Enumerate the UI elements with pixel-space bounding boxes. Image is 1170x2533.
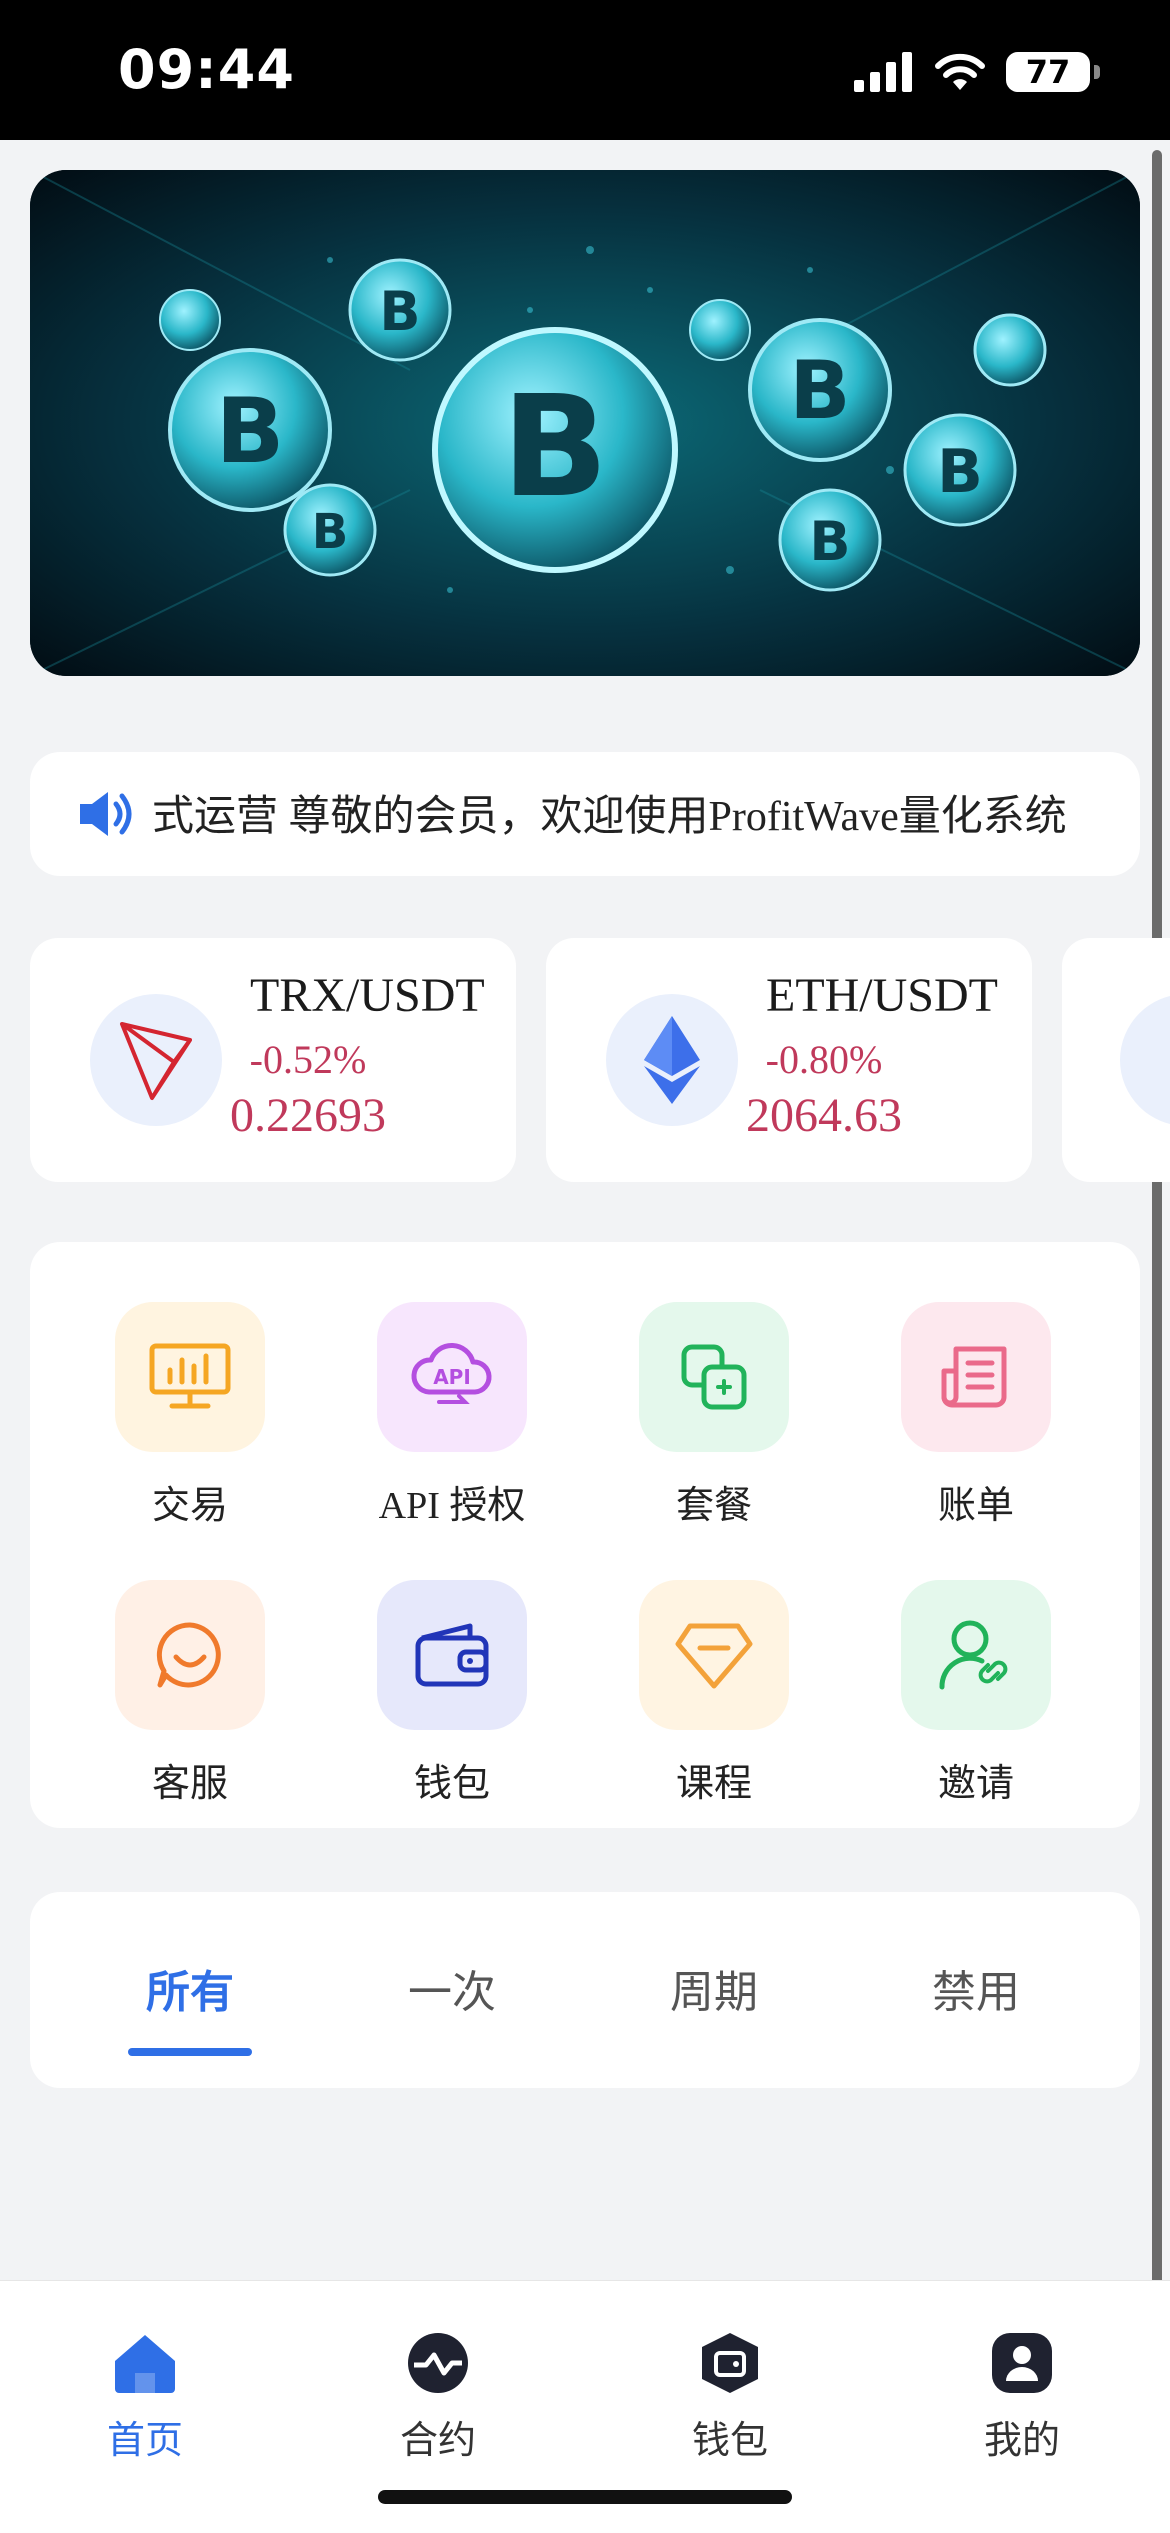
battery-icon: 77 (1006, 52, 1100, 92)
api-cloud-icon: API (377, 1302, 527, 1452)
wallet-icon (377, 1580, 527, 1730)
promo-banner[interactable]: B B B B B B B (30, 170, 1140, 676)
market-card-eth[interactable]: ETH/USDT -0.80% 2064.63 (546, 938, 1032, 1182)
contract-icon (406, 2331, 470, 2395)
grid-item-api[interactable]: API API 授权 (352, 1302, 552, 1529)
announcement-text: 式运营 尊敬的会员，欢迎使用ProfitWave量化系统 (152, 794, 1067, 840)
svg-text:API: API (433, 1365, 471, 1389)
invite-user-icon (901, 1580, 1051, 1730)
tab-cycle[interactable]: 周期 (624, 1956, 804, 2020)
grid-item-label: API 授权 (378, 1485, 526, 1527)
grid-item-support[interactable]: 客服 (90, 1580, 290, 1807)
bitcoin-banner-image: B B B B B B B (30, 170, 1140, 676)
wallet-nav-icon (698, 2331, 762, 2395)
feature-grid: 交易 API API 授权 套餐 账单 客服 钱包 课程 邀请 (30, 1242, 1140, 1828)
package-icon (639, 1302, 789, 1452)
scrollbar[interactable] (1152, 150, 1162, 2300)
status-time: 09:44 (118, 38, 295, 101)
tab-indicator (128, 2048, 252, 2056)
svg-text:B: B (379, 280, 420, 343)
grid-item-trade[interactable]: 交易 (90, 1302, 290, 1529)
grid-item-label: 钱包 (413, 1761, 490, 1805)
nav-wallet[interactable]: 钱包 (640, 2331, 820, 2464)
nav-label: 首页 (106, 2418, 183, 2462)
svg-text:B: B (809, 510, 850, 573)
nav-home[interactable]: 首页 (55, 2331, 235, 2464)
nav-label: 合约 (399, 2418, 476, 2462)
market-card-partial[interactable] (1062, 938, 1170, 1182)
signal-icon (854, 52, 912, 92)
tab-disabled[interactable]: 禁用 (886, 1956, 1066, 2020)
nav-mine[interactable]: 我的 (932, 2331, 1112, 2464)
grid-item-label: 邀请 (937, 1761, 1014, 1805)
market-price: 0.22693 (230, 1089, 386, 1142)
home-indicator[interactable] (378, 2490, 792, 2504)
nav-label: 我的 (983, 2418, 1060, 2462)
monitor-chart-icon (115, 1302, 265, 1452)
grid-item-label: 交易 (151, 1483, 228, 1527)
home-icon (113, 2331, 177, 2395)
wifi-icon (935, 53, 985, 90)
chat-icon (115, 1580, 265, 1730)
announcement-bar[interactable]: 式运营 尊敬的会员，欢迎使用ProfitWave量化系统 (30, 752, 1140, 876)
diamond-icon (639, 1580, 789, 1730)
market-card-trx[interactable]: TRX/USDT -0.52% 0.22693 (30, 938, 516, 1182)
market-price: 2064.63 (746, 1089, 902, 1142)
grid-item-label: 账单 (937, 1483, 1014, 1527)
grid-item-invite[interactable]: 邀请 (876, 1580, 1076, 1807)
coin-icon (1120, 994, 1170, 1126)
market-pair: ETH/USDT (766, 969, 998, 1022)
svg-text:B: B (502, 366, 609, 529)
nav-label: 钱包 (691, 2418, 768, 2462)
status-icons: 77 (854, 52, 1100, 92)
grid-item-bill[interactable]: 账单 (876, 1302, 1076, 1529)
grid-item-package[interactable]: 套餐 (614, 1302, 814, 1529)
grid-item-wallet[interactable]: 钱包 (352, 1580, 552, 1807)
profile-icon (990, 2331, 1054, 2395)
market-change: -0.52% (249, 1037, 367, 1082)
grid-item-label: 套餐 (675, 1483, 752, 1527)
market-change: -0.80% (765, 1037, 883, 1082)
grid-item-label: 课程 (675, 1761, 752, 1805)
tab-all[interactable]: 所有 (100, 1956, 280, 2020)
grid-item-label: 客服 (151, 1761, 228, 1805)
bill-icon (901, 1302, 1051, 1452)
speaker-icon (80, 792, 132, 836)
svg-text:B: B (937, 437, 983, 507)
nav-contract[interactable]: 合约 (348, 2331, 528, 2464)
status-bar: 09:44 77 (0, 0, 1170, 140)
market-pair: TRX/USDT (250, 969, 485, 1022)
svg-text:B: B (312, 504, 349, 560)
filter-tabs: 所有 一次 周期 禁用 (30, 1892, 1140, 2088)
tab-once[interactable]: 一次 (362, 1956, 542, 2020)
battery-level: 77 (1025, 53, 1071, 91)
grid-item-course[interactable]: 课程 (614, 1580, 814, 1807)
svg-text:B: B (216, 379, 285, 484)
svg-text:B: B (790, 344, 851, 437)
